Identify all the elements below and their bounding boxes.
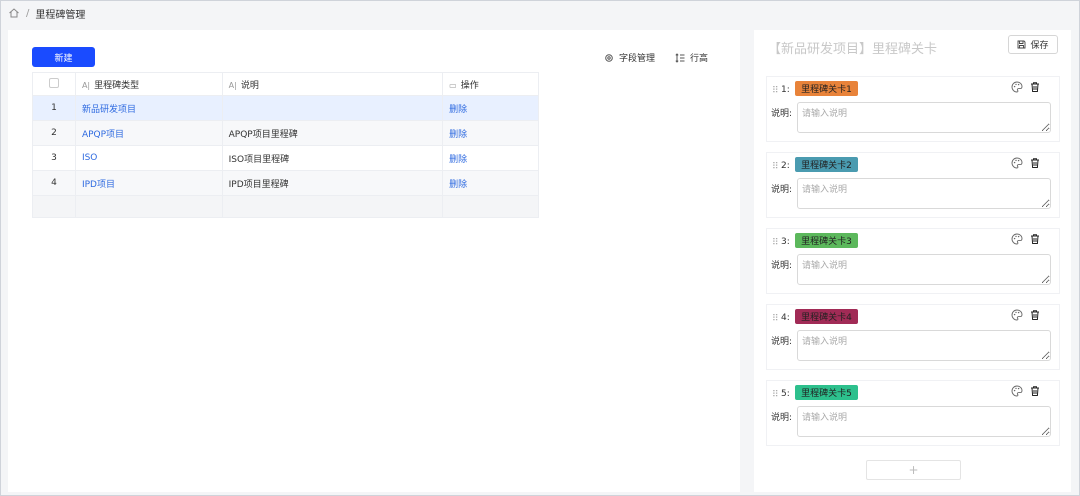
row-type-link[interactable]: APQP项目 [74, 120, 223, 146]
stage-number: 5: [781, 389, 790, 399]
row-height-button[interactable]: 行高 [675, 51, 708, 64]
row-desc: IPD项目里程碑 [221, 170, 444, 196]
header-type[interactable]: A| 里程碑类型 [74, 72, 223, 96]
row-index: 1 [32, 95, 76, 121]
table-row[interactable]: 2 APQP项目 APQP项目里程碑 删除 [32, 120, 539, 146]
panel-title: 【新品研发项目】里程碑关卡 [768, 42, 938, 57]
delete-link[interactable]: 删除 [442, 145, 539, 171]
palette-icon[interactable] [1011, 385, 1023, 397]
trash-icon[interactable] [1029, 81, 1041, 93]
delete-link[interactable]: 删除 [442, 170, 539, 196]
text-field-icon: A| [81, 80, 91, 90]
select-all-checkbox[interactable] [48, 77, 59, 88]
home-icon[interactable] [8, 7, 20, 19]
stage-card: ⠿ 1: 里程碑关卡1 说明: [766, 76, 1060, 142]
trash-icon[interactable] [1029, 309, 1041, 321]
header-desc[interactable]: A| 说明 [221, 72, 444, 96]
stage-config-panel: 【新品研发项目】里程碑关卡 保存 ⠿1:里程碑关卡1说明:⠿2:里程碑关卡2说明… [754, 30, 1071, 492]
stage-card: ⠿ 2: 里程碑关卡2 说明: [766, 152, 1060, 218]
drag-handle-icon[interactable]: ⠿ [772, 238, 779, 248]
breadcrumb-current: 里程碑管理 [35, 9, 86, 21]
milestone-table: A| 里程碑类型 A| 说明 ▭ 操作 1 新品研发项目 删除 2 APQP项目 AP… [32, 72, 539, 218]
palette-icon[interactable] [1011, 81, 1023, 93]
gear-icon [605, 53, 613, 62]
stage-tag[interactable]: 里程碑关卡1 [795, 81, 858, 96]
delete-link[interactable]: 删除 [442, 95, 539, 121]
empty-cell [32, 195, 76, 218]
desc-input[interactable] [797, 178, 1051, 209]
table-header-row: A| 里程碑类型 A| 说明 ▭ 操作 [32, 72, 539, 96]
add-stage-button[interactable]: + [866, 460, 961, 480]
desc-input[interactable] [797, 254, 1051, 285]
desc-input[interactable] [797, 330, 1051, 361]
row-index: 4 [32, 170, 76, 196]
stage-tag[interactable]: 里程碑关卡5 [795, 385, 858, 400]
top-bar: / 里程碑管理 [0, 0, 1080, 26]
table-row[interactable]: 1 新品研发项目 删除 [32, 95, 539, 121]
save-button[interactable]: 保存 [1008, 35, 1058, 54]
desc-input[interactable] [797, 406, 1051, 437]
header-type-label: 里程碑类型 [94, 80, 140, 91]
row-height-label: 行高 [690, 54, 709, 64]
trash-icon[interactable] [1029, 157, 1041, 169]
row-index: 2 [32, 120, 76, 146]
stage-card: ⠿ 3: 里程碑关卡3 说明: [766, 228, 1060, 294]
trash-icon[interactable] [1029, 233, 1041, 245]
stage-card: ⠿ 4: 里程碑关卡4 说明: [766, 304, 1060, 370]
stage-tag[interactable]: 里程碑关卡2 [795, 157, 858, 172]
header-ops: ▭ 操作 [442, 72, 539, 96]
row-type-link[interactable]: IPD项目 [74, 170, 223, 196]
desc-label: 说明: [771, 413, 793, 423]
empty-cell [442, 195, 539, 218]
header-ops-label: 操作 [460, 80, 479, 91]
drag-handle-icon[interactable]: ⠿ [772, 314, 779, 324]
field-manage-button[interactable]: 字段管理 [604, 51, 655, 64]
row-type-link[interactable]: ISO [74, 145, 223, 171]
field-manage-label: 字段管理 [619, 54, 656, 64]
stage-number: 4: [781, 313, 790, 323]
save-label: 保存 [1030, 41, 1049, 51]
row-type-link[interactable]: 新品研发项目 [74, 95, 223, 121]
select-all-header [32, 72, 76, 96]
table-row[interactable]: 3 ISO ISO项目里程碑 删除 [32, 145, 539, 171]
stage-card: ⠿ 5: 里程碑关卡5 说明: [766, 380, 1060, 446]
row-height-icon [675, 52, 685, 63]
stage-tag[interactable]: 里程碑关卡3 [795, 233, 858, 248]
palette-icon[interactable] [1011, 157, 1023, 169]
stage-number: 1: [781, 85, 790, 95]
drag-handle-icon[interactable]: ⠿ [772, 86, 779, 96]
ops-icon: ▭ [449, 80, 457, 90]
table-empty-row [32, 195, 539, 218]
stage-number: 3: [781, 237, 790, 247]
desc-label: 说明: [771, 337, 793, 347]
save-icon [1018, 40, 1026, 49]
row-desc: APQP项目里程碑 [221, 120, 444, 146]
row-desc [221, 95, 444, 121]
delete-link[interactable]: 删除 [442, 120, 539, 146]
empty-cell [74, 195, 223, 218]
stage-tag[interactable]: 里程碑关卡4 [795, 309, 858, 324]
palette-icon[interactable] [1011, 309, 1023, 321]
drag-handle-icon[interactable]: ⠿ [772, 162, 779, 172]
stage-number: 2: [781, 161, 790, 171]
text-field-icon: A| [228, 80, 237, 90]
desc-input[interactable] [797, 102, 1051, 133]
header-desc-label: 说明 [240, 80, 259, 91]
breadcrumb-separator: / [26, 7, 30, 19]
row-desc: ISO项目里程碑 [221, 145, 444, 171]
table-row[interactable]: 4 IPD项目 IPD项目里程碑 删除 [32, 170, 539, 196]
empty-cell [221, 195, 444, 218]
desc-label: 说明: [771, 109, 793, 119]
trash-icon[interactable] [1029, 385, 1041, 397]
desc-label: 说明: [771, 261, 793, 271]
row-index: 3 [32, 145, 76, 171]
desc-label: 说明: [771, 185, 793, 195]
palette-icon[interactable] [1011, 233, 1023, 245]
milestone-list-panel: 新建 字段管理 行高 A| 里程碑类型 A| 说明 ▭ 操作 1 新品研发项目 删除 … [8, 30, 740, 492]
new-button[interactable]: 新建 [32, 47, 95, 67]
drag-handle-icon[interactable]: ⠿ [772, 390, 779, 400]
